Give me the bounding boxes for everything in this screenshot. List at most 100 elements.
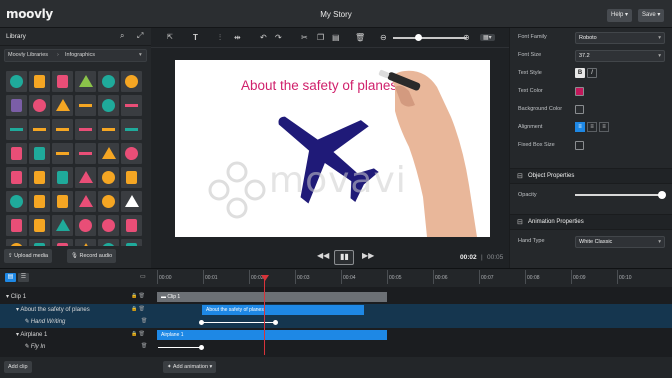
asset-thumbnail[interactable] (75, 95, 96, 116)
asset-thumbnail[interactable] (121, 143, 142, 164)
hand-type-select[interactable]: White Classic ▾ (575, 236, 665, 248)
asset-thumbnail[interactable] (121, 167, 142, 188)
asset-thumbnail[interactable] (121, 215, 142, 236)
bold-button[interactable]: B (575, 68, 585, 78)
asset-thumbnail[interactable] (121, 119, 142, 140)
library-breadcrumb[interactable]: Moovly Libraries › Infographics ▾ (4, 49, 147, 62)
record-audio-button[interactable]: 🎙 Record audio (67, 249, 117, 263)
track-row-headline[interactable]: ▾ About the safety of planes 🔒 🗑 About t… (0, 304, 672, 316)
paste-icon[interactable]: ▤ (332, 33, 340, 42)
font-size-input[interactable]: 37.2 ▾ (575, 50, 665, 62)
timeline-settings-icon[interactable]: ▭ (140, 273, 146, 280)
asset-thumbnail[interactable] (6, 143, 27, 164)
pointer-icon[interactable]: ⇱ (167, 33, 173, 41)
timeline-ruler[interactable]: 00:00 00:01 00:02 00:03 00:04 00:05 00:06 00:07… (155, 269, 672, 287)
asset-thumbnail[interactable] (29, 95, 50, 116)
zoom-out-icon[interactable]: ⊖ (380, 33, 387, 42)
track-row-flyin[interactable]: ✎ Fly In 🗑 (0, 341, 672, 353)
delete-icon[interactable]: 🗑 (355, 33, 365, 42)
list-view-icon[interactable]: ☰ (18, 273, 29, 282)
asset-thumbnail[interactable] (121, 191, 142, 212)
keyframe-start[interactable] (199, 320, 204, 325)
asset-thumbnail[interactable] (29, 143, 50, 164)
asset-thumbnail[interactable] (75, 143, 96, 164)
align-center-icon[interactable]: ≡ (587, 122, 597, 132)
playhead-marker-icon[interactable] (261, 275, 269, 281)
text-color-swatch[interactable] (575, 87, 584, 96)
canvas-stage[interactable]: About the safety of planes movavi (175, 60, 490, 237)
align-icon[interactable]: ⫶ (219, 33, 221, 43)
align-right-icon[interactable]: ≡ (599, 122, 609, 132)
asset-thumbnail[interactable] (6, 71, 27, 92)
asset-thumbnail[interactable] (75, 119, 96, 140)
rewind-icon[interactable]: ◀◀ (317, 251, 329, 260)
copy-icon[interactable]: ❐ (317, 33, 324, 42)
asset-thumbnail[interactable] (98, 167, 119, 188)
align-left-icon[interactable]: ≡ (575, 122, 585, 132)
upload-media-button[interactable]: ⇪ Upload media (4, 249, 53, 263)
fixed-box-size-checkbox[interactable] (575, 141, 584, 150)
italic-button[interactable]: I (587, 68, 597, 78)
asset-thumbnail[interactable] (29, 215, 50, 236)
asset-thumbnail[interactable] (29, 119, 50, 140)
animation-properties-section[interactable]: ⊟ Animation Properties (510, 214, 672, 230)
asset-thumbnail[interactable] (75, 167, 96, 188)
project-title[interactable]: My Story (0, 10, 672, 19)
text-tool-icon[interactable]: T (193, 33, 198, 42)
animation-range[interactable] (158, 347, 202, 348)
asset-thumbnail[interactable] (75, 71, 96, 92)
opacity-slider-handle[interactable] (658, 191, 666, 199)
asset-thumbnail[interactable] (52, 167, 73, 188)
timeline-view-icon[interactable]: ▤ (5, 273, 16, 282)
lock-trash-icons[interactable]: 🔒 🗑 (131, 306, 145, 312)
grid-view-icon[interactable]: ▦▾ (480, 34, 495, 41)
trash-icon[interactable]: 🗑 (141, 318, 147, 324)
save-button[interactable]: Save ▾ (638, 9, 665, 22)
cut-icon[interactable]: ✂ (301, 33, 308, 42)
redo-icon[interactable]: ↷ (275, 33, 282, 42)
asset-thumbnail[interactable] (98, 191, 119, 212)
asset-thumbnail[interactable] (98, 143, 119, 164)
lock-trash-icons[interactable]: 🔒 🗑 (131, 293, 145, 299)
breadcrumb-root[interactable]: Moovly Libraries (8, 50, 48, 61)
zoom-in-icon[interactable]: ⊕ (463, 33, 470, 42)
asset-thumbnail[interactable] (6, 95, 27, 116)
font-family-select[interactable]: Roboto ▾ (575, 32, 665, 44)
add-animation-button[interactable]: ✦ Add animation ▾ (163, 361, 217, 373)
asset-thumbnail[interactable] (52, 143, 73, 164)
asset-thumbnail[interactable] (29, 167, 50, 188)
object-bar-airplane[interactable]: Airplane 1 (157, 330, 387, 340)
asset-thumbnail[interactable] (98, 119, 119, 140)
track-row-airplane[interactable]: ▾ Airplane 1 🔒 🗑 Airplane 1 (0, 329, 672, 341)
asset-thumbnail[interactable] (52, 215, 73, 236)
keyframe-end[interactable] (199, 345, 204, 350)
forward-icon[interactable]: ▶▶ (362, 251, 374, 260)
asset-thumbnail[interactable] (6, 191, 27, 212)
search-icon[interactable]: ⌕ (120, 31, 124, 41)
asset-thumbnail[interactable] (75, 215, 96, 236)
play-button[interactable]: ▮▮ (334, 250, 354, 265)
clip-bar[interactable]: ▬ Clip 1 (157, 292, 387, 302)
asset-thumbnail[interactable] (6, 215, 27, 236)
asset-thumbnail[interactable] (121, 71, 142, 92)
playhead[interactable] (264, 277, 265, 355)
object-properties-section[interactable]: ⊟ Object Properties (510, 168, 672, 184)
asset-thumbnail[interactable] (52, 119, 73, 140)
asset-thumbnail[interactable] (98, 71, 119, 92)
asset-thumbnail[interactable] (29, 191, 50, 212)
asset-thumbnail[interactable] (75, 191, 96, 212)
asset-thumbnail[interactable] (52, 71, 73, 92)
breadcrumb-current[interactable]: Infographics (65, 50, 95, 61)
track-row-handwriting[interactable]: ✎ Hand Writing 🗑 (0, 316, 672, 328)
asset-thumbnail[interactable] (52, 95, 73, 116)
track-row-clip[interactable]: ▾ Clip 1 🔒 🗑 ▬ Clip 1 (0, 291, 672, 303)
add-clip-button[interactable]: Add clip (4, 361, 32, 373)
background-color-swatch[interactable] (575, 105, 584, 114)
opacity-slider-track[interactable] (575, 194, 665, 196)
asset-thumbnail[interactable] (98, 215, 119, 236)
zoom-slider-handle[interactable] (415, 34, 422, 41)
asset-thumbnail[interactable] (98, 95, 119, 116)
object-bar-headline[interactable]: About the safety of planes (202, 305, 364, 315)
asset-thumbnail[interactable] (6, 167, 27, 188)
lock-trash-icons[interactable]: 🔒 🗑 (131, 331, 145, 337)
